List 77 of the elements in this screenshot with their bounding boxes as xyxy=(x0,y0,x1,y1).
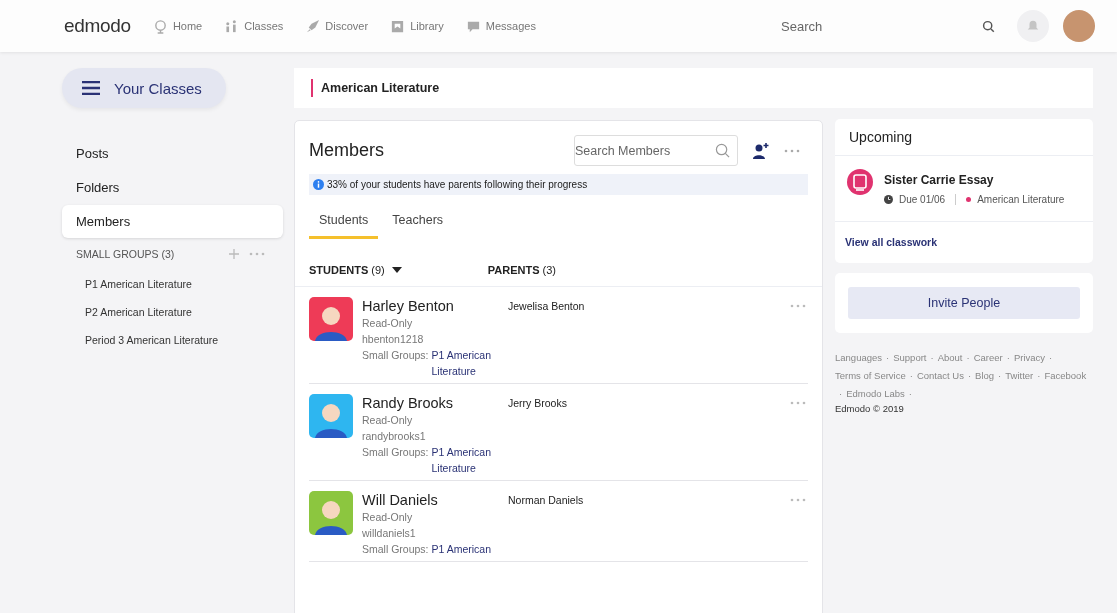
small-group-link[interactable]: P1 American Literature xyxy=(431,347,498,379)
info-icon xyxy=(313,179,324,190)
search-members-field[interactable]: Search Members xyxy=(574,135,738,166)
sidebar-item[interactable]: Posts xyxy=(62,137,283,170)
nav-link[interactable]: Discover xyxy=(305,18,369,34)
nav-link[interactable]: Library xyxy=(390,18,444,34)
invite-people-button[interactable]: Invite People xyxy=(848,287,1080,319)
more-icon[interactable] xyxy=(790,304,806,308)
more-icon[interactable] xyxy=(249,252,265,256)
more-icon[interactable] xyxy=(790,498,806,502)
separator-dot: · xyxy=(967,369,972,383)
class-name: American Literature xyxy=(977,194,1065,205)
copyright: Edmodo © 2019 xyxy=(835,403,905,414)
upcoming-title: Upcoming xyxy=(835,119,1093,156)
logo[interactable]: edmodo xyxy=(64,15,131,37)
separator-dot: · xyxy=(966,351,970,365)
your-classes-button[interactable]: Your Classes xyxy=(62,68,226,108)
tab[interactable]: Students xyxy=(309,207,379,239)
search-field[interactable]: Search xyxy=(781,10,1005,42)
small-group-link[interactable]: Period 3 American Literature xyxy=(60,326,283,354)
column-header: PARENTS (3) xyxy=(487,264,557,276)
role-label: Read-Only xyxy=(362,316,414,331)
student-name[interactable]: Harley Benton xyxy=(362,297,502,315)
add-icon[interactable] xyxy=(229,249,239,259)
column-header[interactable]: STUDENTS (9) xyxy=(309,264,385,276)
caret-icon[interactable] xyxy=(391,267,402,273)
student-name[interactable]: Will Daniels xyxy=(362,491,502,509)
small-group-link[interactable]: P1 American xyxy=(431,541,498,557)
separator-dot: · xyxy=(930,351,934,365)
assignment-title[interactable]: Sister Carrie Essay xyxy=(884,173,1065,187)
small-group-link[interactable]: P1 American Literature xyxy=(60,270,283,298)
add-person-icon[interactable] xyxy=(752,141,770,160)
parent-name: Jerry Brooks xyxy=(508,396,568,409)
nav-link[interactable]: Classes xyxy=(224,18,284,34)
more-icon[interactable] xyxy=(784,148,800,153)
tab[interactable]: Teachers xyxy=(382,207,454,239)
parent-name: Jewelisa Benton xyxy=(508,299,586,312)
role-label: Read-Only xyxy=(362,510,414,525)
username: hbenton1218 xyxy=(362,332,425,347)
search-icon[interactable] xyxy=(982,19,995,33)
nav-link[interactable]: Home xyxy=(152,18,203,34)
username: willdaniels1 xyxy=(362,526,417,541)
username: randybrooks1 xyxy=(362,429,427,444)
student-name[interactable]: Randy Brooks xyxy=(362,394,502,412)
separator-dot: · xyxy=(908,387,912,401)
separator-dot: · xyxy=(909,369,913,383)
view-all-link[interactable]: View all classwork xyxy=(835,222,1093,263)
small-groups-heading: SMALL GROUPS (3) xyxy=(76,248,176,260)
members-title: Members xyxy=(309,140,385,161)
sidebar-item[interactable]: Members xyxy=(62,205,283,238)
class-title: American Literature xyxy=(321,81,440,95)
due-date: Due 01/06 xyxy=(899,194,946,205)
info-text: 33% of your students have parents following their progress xyxy=(327,179,588,190)
small-group-link[interactable]: P1 American Literature xyxy=(431,444,498,476)
sidebar-item[interactable]: Folders xyxy=(62,171,283,204)
globe-icon xyxy=(152,18,168,34)
bell-icon xyxy=(1026,19,1040,33)
small-groups-label: Small Groups: P1 American Literature xyxy=(362,347,502,379)
separator-dot: · xyxy=(839,387,843,401)
small-groups-label: Small Groups: P1 American xyxy=(362,541,502,557)
small-groups-label: Small Groups: P1 American Literature xyxy=(362,444,502,476)
parent-name: Norman Daniels xyxy=(508,493,585,506)
book-icon xyxy=(390,18,406,34)
separator-dot: · xyxy=(998,369,1002,383)
more-icon[interactable] xyxy=(790,401,806,405)
role-label: Read-Only xyxy=(362,413,414,428)
menu-icon xyxy=(82,81,100,95)
separator-dot: · xyxy=(1006,351,1010,365)
separator-dot: · xyxy=(886,351,890,365)
assignment-icon xyxy=(847,169,873,195)
clock-icon xyxy=(884,195,893,204)
small-group-link[interactable]: P2 American Literature xyxy=(60,298,283,326)
user-avatar[interactable] xyxy=(1063,10,1095,42)
separator-dot: · xyxy=(1049,351,1053,365)
nav-link[interactable]: Messages xyxy=(465,18,536,34)
separator-dot: · xyxy=(1037,369,1041,383)
notifications-button[interactable] xyxy=(1017,10,1049,42)
